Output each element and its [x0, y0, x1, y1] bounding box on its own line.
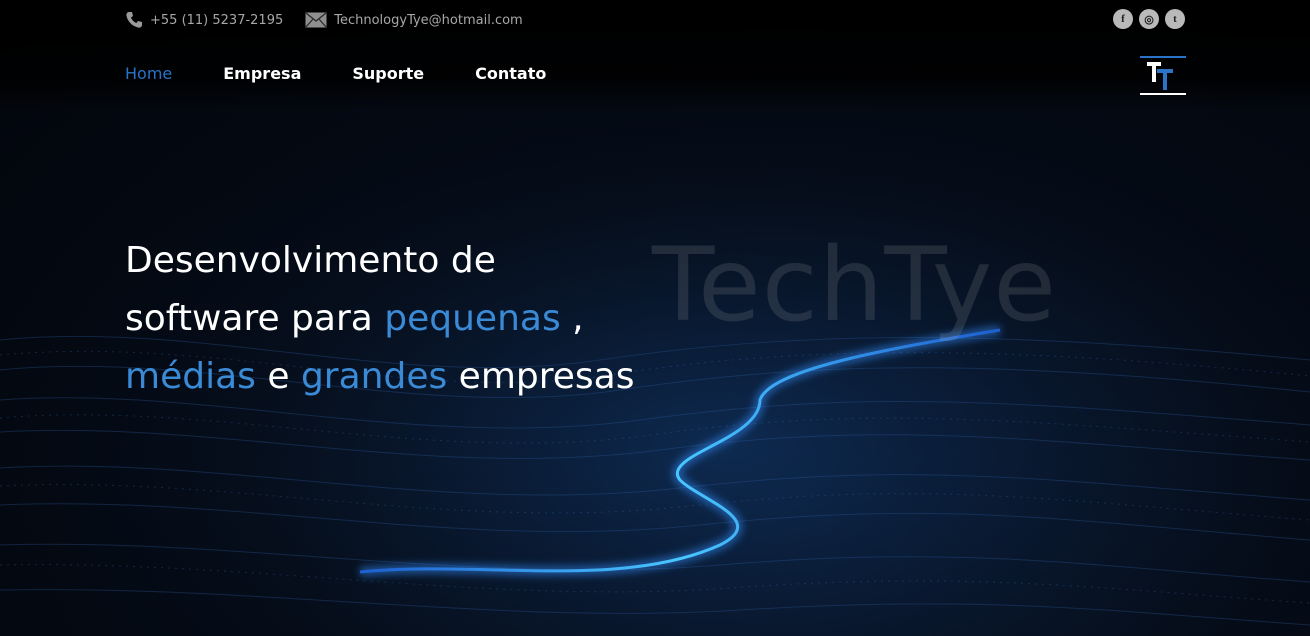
- headline-highlight: pequenas: [384, 298, 561, 339]
- main-nav: Home Empresa Suporte Contato: [125, 64, 546, 83]
- email-contact[interactable]: TechnologyTye@hotmail.com: [305, 12, 523, 28]
- contact-bar: +55 (11) 5237-2195 TechnologyTye@hotmail…: [125, 8, 523, 32]
- phone-contact[interactable]: +55 (11) 5237-2195: [125, 11, 283, 29]
- email-address: TechnologyTye@hotmail.com: [334, 12, 523, 28]
- headline-text: ,: [560, 298, 584, 339]
- headline-text: Desenvolvimento de: [125, 240, 496, 281]
- nav-item-empresa[interactable]: Empresa: [223, 64, 301, 83]
- site-logo[interactable]: [1140, 56, 1186, 96]
- brand-watermark: TechTye: [652, 226, 1057, 345]
- headline-line-3: médias e grandes empresas: [125, 348, 634, 406]
- mail-icon: [305, 12, 327, 28]
- headline-line-2: software para pequenas ,: [125, 290, 634, 348]
- headline-highlight: grandes: [300, 356, 448, 397]
- nav-item-home[interactable]: Home: [125, 64, 172, 83]
- nav-item-contato[interactable]: Contato: [475, 64, 546, 83]
- nav-item-suporte[interactable]: Suporte: [352, 64, 424, 83]
- headline-text: e: [255, 356, 301, 397]
- headline-highlight: médias: [125, 356, 256, 397]
- phone-icon: [126, 12, 142, 28]
- twitter-icon[interactable]: t: [1165, 9, 1185, 29]
- instagram-icon[interactable]: ◎: [1139, 9, 1159, 29]
- site-header: +55 (11) 5237-2195 TechnologyTye@hotmail…: [0, 0, 1310, 112]
- facebook-icon[interactable]: f: [1113, 9, 1133, 29]
- social-links: f ◎ t: [1113, 9, 1185, 29]
- headline-line-1: Desenvolvimento de: [125, 232, 634, 290]
- headline-text: empresas: [447, 356, 635, 397]
- hero-headline: Desenvolvimento de software para pequena…: [125, 232, 634, 406]
- phone-number: +55 (11) 5237-2195: [150, 12, 284, 28]
- headline-text: software para: [125, 298, 385, 339]
